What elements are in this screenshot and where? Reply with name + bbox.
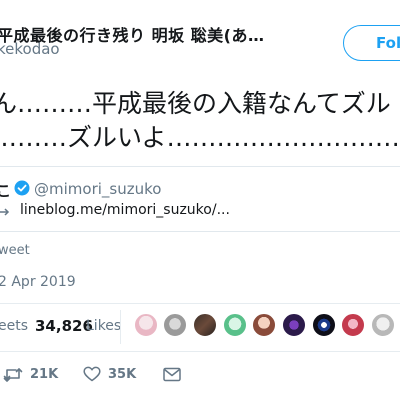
like-button[interactable]: 35K bbox=[83, 365, 136, 383]
verified-badge-icon bbox=[14, 180, 30, 196]
like-count: 35K bbox=[108, 366, 137, 382]
stats-divider bbox=[120, 310, 121, 344]
direct-message-button[interactable] bbox=[163, 365, 181, 383]
divider bbox=[0, 303, 400, 304]
retweet-button[interactable]: 21K bbox=[3, 365, 58, 383]
liker-avatar[interactable] bbox=[371, 313, 395, 337]
likes-count[interactable]: 34,826 bbox=[35, 317, 93, 335]
liker-avatar[interactable] bbox=[223, 313, 247, 337]
retweet-icon bbox=[3, 368, 23, 382]
liker-avatar[interactable] bbox=[282, 313, 306, 337]
quoted-user-name: こ bbox=[0, 182, 12, 200]
tweet-view: 平成最後の行き残り 明坂 聡美(あ… kekodao Follo ん………平成最… bbox=[0, 0, 400, 400]
reply-arrow-icon bbox=[0, 208, 10, 216]
tweet-text-line-2: ………ズルいよ…………………………… bbox=[0, 123, 400, 152]
liker-avatar[interactable] bbox=[341, 313, 365, 337]
envelope-icon bbox=[163, 367, 181, 381]
tweet-date[interactable]: 2 Apr 2019 bbox=[0, 274, 76, 290]
liker-avatar[interactable] bbox=[134, 313, 158, 337]
heart-icon bbox=[83, 366, 101, 382]
likes-stat-label[interactable]: Likes bbox=[86, 318, 121, 334]
follow-button[interactable]: Follo bbox=[343, 25, 400, 61]
user-handle[interactable]: kekodao bbox=[0, 40, 60, 58]
tweet-text-line-1: ん………平成最後の入籍なんてズル bbox=[0, 89, 391, 118]
quoted-tweet-link[interactable]: lineblog.me/mimori_suzuko/... bbox=[20, 202, 230, 218]
retweet-source-label: weet bbox=[0, 243, 30, 258]
retweet-count: 21K bbox=[30, 366, 59, 382]
liker-avatar[interactable] bbox=[193, 313, 217, 337]
liker-avatar[interactable] bbox=[163, 313, 187, 337]
divider bbox=[0, 351, 400, 352]
quoted-user-handle: @mimori_suzuko bbox=[34, 180, 162, 198]
liker-avatar[interactable] bbox=[252, 313, 276, 337]
retweets-stat-label[interactable]: eets bbox=[0, 318, 28, 334]
quoted-tweet-card[interactable] bbox=[0, 166, 400, 232]
liker-avatar[interactable] bbox=[312, 313, 336, 337]
